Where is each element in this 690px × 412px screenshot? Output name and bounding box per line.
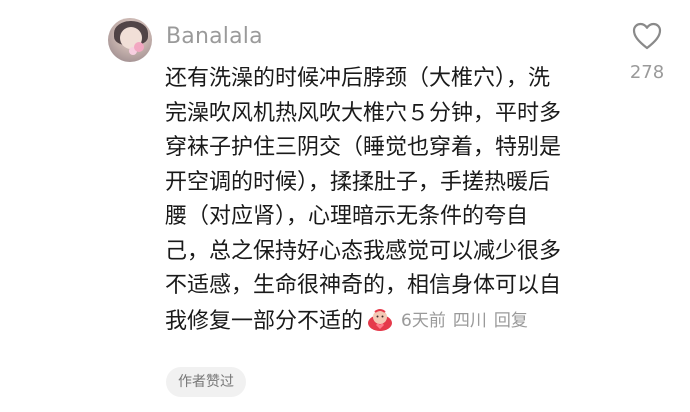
comment-line: 我修复一部分不适的 xyxy=(165,308,364,334)
comment-location: 四川 xyxy=(452,310,487,331)
reply-button[interactable]: 回复 xyxy=(494,311,528,331)
heart-hug-emoji-icon xyxy=(365,308,395,332)
comment-time: 6天前 xyxy=(401,310,446,331)
comment-line: 开空调的时候），揉揉肚子，手搓热暖后 xyxy=(165,169,551,195)
comment-line: 还有洗澡的时候冲后脖颈（大椎穴），洗 xyxy=(165,66,551,91)
comment-last-line: 我修复一部分不适的 6天前 四川 回复 xyxy=(165,304,605,339)
comment-item: Banalala 还有洗澡的时候冲后脖颈（大椎穴），洗 完澡吹风机热风吹大椎穴５… xyxy=(0,0,690,412)
comment-text: 还有洗澡的时候冲后脖颈（大椎穴），洗 完澡吹风机热风吹大椎穴５分钟，平时多 穿袜… xyxy=(165,62,605,338)
comment-line: 穿袜子护住三阴交（睡觉也穿着，特别是 xyxy=(165,135,562,160)
comment-line: 腰（对应肾），心理暗示无条件的夸自 xyxy=(165,204,529,229)
comment-line: 完澡吹风机热风吹大椎穴５分钟，平时多 xyxy=(165,100,562,126)
heart-outline-icon[interactable] xyxy=(632,22,662,50)
like-count: 278 xyxy=(629,62,665,83)
comment-line: 己，总之保持好心态我感觉可以减少很多 xyxy=(165,238,562,264)
author-liked-badge: 作者赞过 xyxy=(166,367,246,397)
like-button[interactable]: 278 xyxy=(624,22,670,83)
comment-meta: 6天前 四川 回复 xyxy=(401,304,535,339)
avatar[interactable] xyxy=(108,18,152,62)
comment-line: 不适感，生命很神奇的，相信身体可以自 xyxy=(165,273,562,298)
username[interactable]: Banalala xyxy=(166,24,263,49)
